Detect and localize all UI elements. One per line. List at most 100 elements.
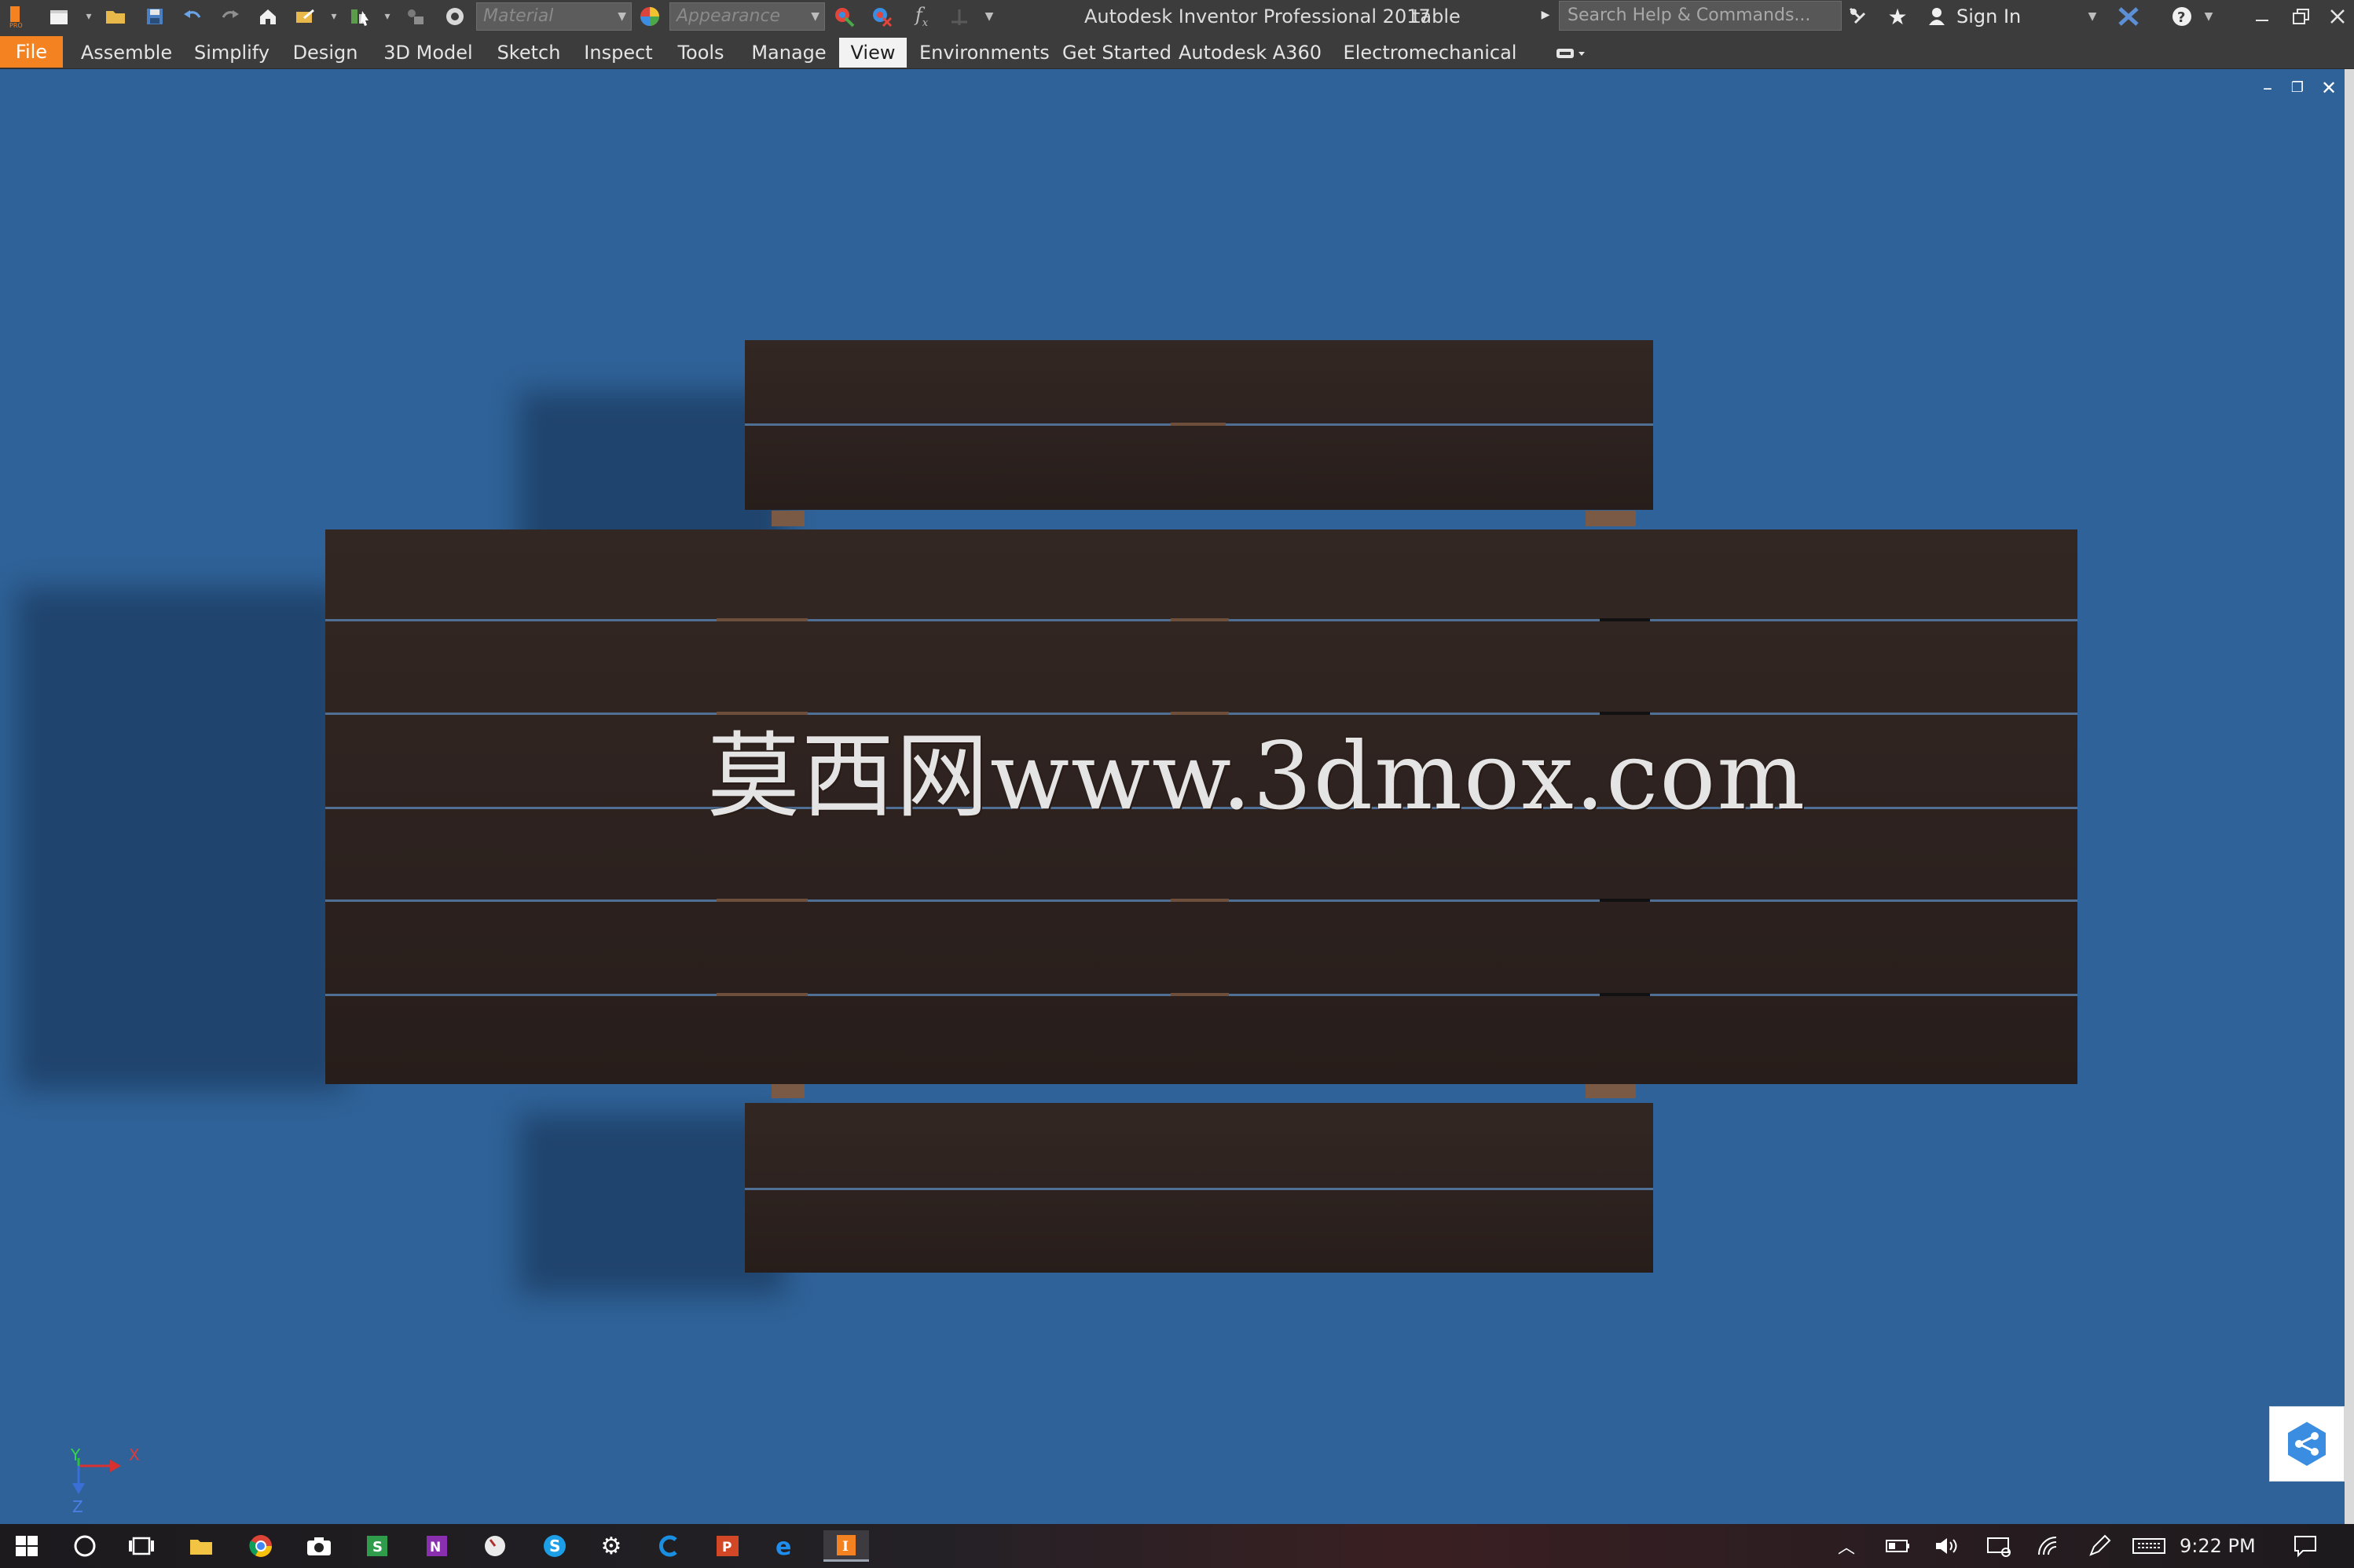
return-dropdown-chevron-icon[interactable]: ▾ bbox=[328, 8, 339, 25]
file-explorer-icon[interactable] bbox=[184, 1530, 218, 1562]
appearance-select[interactable]: Appearance ▼ bbox=[669, 2, 825, 31]
table-leg bbox=[772, 511, 805, 526]
keyboard-icon[interactable] bbox=[2129, 1530, 2169, 1562]
svg-text:I: I bbox=[842, 1539, 849, 1555]
viewport-close-icon[interactable]: ✕ bbox=[2318, 77, 2340, 99]
table-bracket bbox=[1171, 712, 1229, 715]
appearance-sphere-icon[interactable] bbox=[636, 4, 663, 29]
update-icon[interactable] bbox=[402, 4, 429, 29]
table-bracket bbox=[1600, 712, 1650, 715]
rebuild-icon[interactable] bbox=[442, 4, 468, 29]
material-chevron-down-icon: ▼ bbox=[618, 10, 626, 23]
powerpoint-icon[interactable]: P bbox=[710, 1530, 745, 1562]
table-leg bbox=[772, 1084, 805, 1098]
tab-environments[interactable]: Environments bbox=[919, 38, 1050, 68]
tab-simplify[interactable]: Simplify bbox=[192, 38, 272, 68]
volume-icon[interactable] bbox=[1930, 1530, 1964, 1562]
camera-icon[interactable] bbox=[302, 1530, 336, 1562]
fx-icon[interactable]: fx bbox=[908, 4, 935, 29]
document-name: table bbox=[1413, 5, 1461, 27]
tab-tools[interactable]: Tools bbox=[673, 38, 729, 68]
tab-get-started[interactable]: Get Started bbox=[1062, 38, 1172, 68]
exchange-x-icon[interactable] bbox=[2115, 4, 2142, 29]
table-bracket bbox=[717, 993, 808, 996]
viewport-restore-icon[interactable]: ❐ bbox=[2286, 77, 2308, 99]
taskbar-clock[interactable]: 9:22 PM bbox=[2180, 1525, 2256, 1567]
select-dropdown-chevron-icon[interactable]: ▾ bbox=[382, 8, 393, 25]
display-icon[interactable] bbox=[1982, 1530, 2016, 1562]
skype-icon[interactable]: S bbox=[537, 1530, 572, 1562]
tab-assemble[interactable]: Assemble bbox=[77, 38, 176, 68]
notification-icon[interactable] bbox=[2288, 1530, 2323, 1562]
sign-in-link[interactable]: Sign In bbox=[1956, 0, 2021, 33]
minimize-icon[interactable] bbox=[2249, 4, 2275, 29]
search-input[interactable]: Search Help & Commands... bbox=[1559, 1, 1842, 31]
graphics-viewport[interactable]: – ❐ ✕ 莫西网www.3dmox.com Y X Z bbox=[0, 69, 2354, 1524]
task-view-icon[interactable] bbox=[124, 1530, 159, 1562]
clear-appearance-icon[interactable] bbox=[869, 4, 896, 29]
customize-chevron-icon[interactable]: ▼ bbox=[984, 8, 995, 25]
restore-icon[interactable] bbox=[2288, 4, 2315, 29]
table-bracket bbox=[1171, 618, 1229, 621]
tab-electromechanical[interactable]: Electromechanical bbox=[1339, 38, 1521, 68]
home-icon[interactable] bbox=[255, 4, 281, 29]
sign-in-chevron-icon[interactable]: ▼ bbox=[2087, 8, 2098, 25]
tab-design[interactable]: Design bbox=[288, 38, 363, 68]
cortana-icon[interactable] bbox=[68, 1530, 102, 1562]
svg-text:S: S bbox=[549, 1537, 560, 1555]
table-leg bbox=[1586, 1084, 1636, 1098]
chrome-icon[interactable] bbox=[244, 1530, 278, 1562]
clock-app-icon[interactable] bbox=[478, 1530, 512, 1562]
svg-text:?: ? bbox=[2177, 9, 2185, 26]
svg-text:PRO: PRO bbox=[9, 22, 23, 28]
satellite-icon[interactable] bbox=[1845, 4, 1872, 29]
new-dropdown-chevron-icon[interactable]: ▾ bbox=[83, 8, 94, 25]
search-arrow-icon[interactable]: ▶ bbox=[1540, 6, 1551, 24]
select-icon[interactable] bbox=[347, 4, 374, 29]
table-bracket bbox=[717, 899, 808, 902]
return-icon[interactable] bbox=[292, 4, 319, 29]
close-icon[interactable] bbox=[2324, 4, 2351, 29]
settings-icon[interactable]: ⚙ bbox=[594, 1530, 629, 1562]
inventor-icon[interactable]: I bbox=[823, 1530, 869, 1562]
help-icon[interactable]: ? bbox=[2169, 4, 2195, 29]
tab-inspect[interactable]: Inspect bbox=[580, 38, 657, 68]
start-icon[interactable] bbox=[9, 1530, 44, 1562]
appearance-select-value: Appearance bbox=[676, 6, 781, 26]
ccleaner-icon[interactable] bbox=[652, 1530, 687, 1562]
save-icon[interactable] bbox=[141, 4, 168, 29]
windows-taskbar: S N S ⚙ P e I ︿ 9:22 PM bbox=[0, 1524, 2354, 1568]
undo-icon[interactable] bbox=[179, 4, 206, 29]
user-icon[interactable] bbox=[1923, 4, 1950, 29]
favorites-star-icon[interactable]: ★ bbox=[1884, 4, 1911, 30]
wifi-icon[interactable] bbox=[2032, 1530, 2066, 1562]
tab-file[interactable]: File bbox=[0, 36, 63, 68]
table-bracket bbox=[717, 618, 808, 621]
new-file-icon[interactable] bbox=[46, 4, 72, 29]
ribbon-display-options[interactable] bbox=[1548, 38, 1595, 68]
tab-manage[interactable]: Manage bbox=[745, 38, 833, 68]
help-chevron-icon[interactable]: ▼ bbox=[2203, 8, 2214, 25]
title-bar: PRO ▾ ▾ ▾ Material ▼ Appearance ▼ fx ▼ A… bbox=[0, 0, 2354, 33]
tab-sketch[interactable]: Sketch bbox=[493, 38, 564, 68]
tab-3d-model[interactable]: 3D Model bbox=[379, 38, 478, 68]
app-logo-icon[interactable]: PRO bbox=[2, 4, 28, 29]
open-file-icon[interactable] bbox=[102, 4, 129, 29]
tab-view[interactable]: View bbox=[839, 38, 907, 68]
share-view-button[interactable] bbox=[2269, 1406, 2345, 1482]
onenote-icon[interactable]: N bbox=[420, 1530, 454, 1562]
material-select[interactable]: Material ▼ bbox=[476, 2, 632, 31]
pen-icon[interactable] bbox=[2082, 1530, 2117, 1562]
tab-autodesk-a360[interactable]: Autodesk A360 bbox=[1179, 38, 1322, 68]
redo-icon[interactable] bbox=[217, 4, 244, 29]
battery-icon[interactable] bbox=[1881, 1530, 1916, 1562]
table-bracket bbox=[717, 712, 808, 715]
adjust-appearance-icon[interactable] bbox=[831, 4, 858, 29]
viewport-scrollbar[interactable] bbox=[2345, 69, 2354, 1524]
chevron-up-icon[interactable]: ︿ bbox=[1829, 1530, 1864, 1562]
sway-icon[interactable]: S bbox=[360, 1530, 394, 1562]
measure-icon[interactable] bbox=[946, 4, 973, 29]
viewport-minimize-icon[interactable]: – bbox=[2257, 77, 2279, 99]
table-bracket bbox=[1600, 899, 1650, 902]
edge-icon[interactable]: e bbox=[768, 1530, 803, 1562]
